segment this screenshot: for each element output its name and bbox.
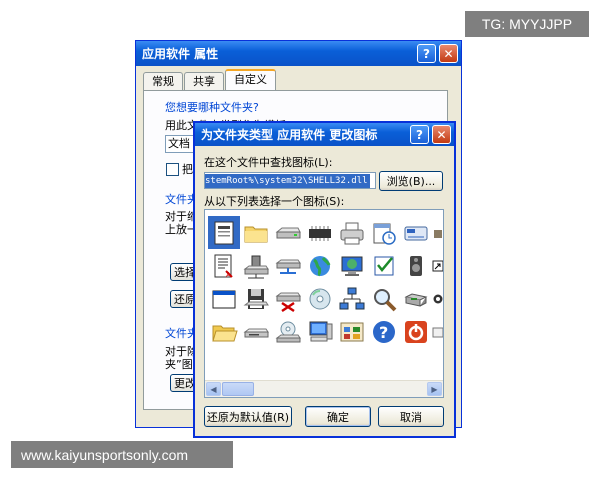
icon-cell[interactable]	[368, 249, 400, 282]
icon-cell[interactable]	[400, 315, 432, 348]
properties-titlebar[interactable]: 应用软件 属性 ? ✕	[136, 41, 461, 66]
card-icon	[404, 226, 428, 240]
icon-cell[interactable]	[304, 315, 336, 348]
watermark-bottom: www.kaiyunsportsonly.com	[11, 441, 233, 468]
checklist-icon	[374, 256, 394, 275]
find-in-file-label: 在这个文件中查找图标(L):	[204, 156, 333, 169]
network-server-icon	[275, 259, 301, 274]
icon-cell[interactable]	[336, 315, 368, 348]
speaker-icon	[410, 255, 422, 276]
scroll-right-icon[interactable]: ▶	[427, 382, 442, 396]
partial-icon	[434, 230, 442, 238]
scroll-thumb[interactable]	[222, 382, 254, 396]
folder-icon-desc-2: 夹”图	[165, 358, 193, 371]
icon-cell[interactable]	[400, 282, 432, 315]
cd-icon	[309, 288, 331, 309]
power-icon	[405, 320, 427, 343]
network-icon	[339, 287, 365, 309]
icon-cell[interactable]: ?	[368, 315, 400, 348]
icon-cell[interactable]	[304, 216, 336, 249]
change-icon-dialog: 为文件夹类型 应用软件 更改图标 ? ✕ 在这个文件中查找图标(L): stem…	[193, 121, 456, 438]
search-icon	[374, 288, 397, 311]
cd-drive-icon	[275, 321, 301, 342]
help-icon[interactable]: ?	[417, 44, 436, 63]
control-panel-icon	[340, 322, 364, 341]
tab-customize[interactable]: 自定义	[225, 69, 276, 92]
icon-cell[interactable]	[272, 315, 304, 348]
properties-title: 应用软件 属性	[142, 47, 219, 61]
open-folder-icon	[212, 325, 238, 341]
icon-cell[interactable]	[240, 249, 272, 282]
select-icon-label: 从以下列表选择一个图标(S):	[204, 195, 345, 208]
icon-cell[interactable]	[272, 216, 304, 249]
icon-cell[interactable]	[400, 216, 432, 249]
ok-button[interactable]: 确定	[305, 406, 371, 427]
partial-icon	[432, 327, 443, 338]
restore-default-button[interactable]: 还原为默认值(R)	[204, 406, 292, 427]
document-icon	[214, 221, 234, 244]
icon-list[interactable]: A? ◀ ▶	[204, 209, 444, 398]
close-icon[interactable]: ✕	[439, 44, 458, 63]
scroll-left-icon[interactable]: ◀	[206, 382, 221, 396]
icon-cell[interactable]	[208, 282, 240, 315]
dialog-title: 为文件夹类型 应用软件 更改图标	[201, 128, 378, 142]
help-icon: ?	[373, 320, 395, 343]
disconnected-drive-icon	[275, 292, 301, 312]
horizontal-scrollbar[interactable]: ◀ ▶	[205, 380, 443, 397]
icon-cell[interactable]	[336, 216, 368, 249]
checkbox-label: 把	[182, 163, 193, 176]
icon-cell[interactable]	[208, 315, 240, 348]
floppy-disk-icon	[243, 288, 269, 309]
browse-button[interactable]: 浏览(B)...	[379, 171, 443, 191]
dialog-titlebar[interactable]: 为文件夹类型 应用软件 更改图标 ? ✕	[195, 123, 454, 146]
cancel-button[interactable]: 取消	[378, 406, 444, 427]
icon-cell[interactable]	[240, 216, 272, 249]
help-icon[interactable]: ?	[410, 125, 429, 144]
icon-cell[interactable]	[400, 249, 432, 282]
icon-cell[interactable]	[336, 249, 368, 282]
icon-cell[interactable]	[304, 249, 336, 282]
partial-icon	[433, 294, 443, 304]
icon-cell[interactable]	[272, 249, 304, 282]
tab-general[interactable]: 常规	[143, 72, 183, 91]
icon-grid: A?	[208, 216, 432, 348]
recycle-icon	[404, 292, 428, 307]
folder-icon	[244, 226, 268, 242]
text-document-icon: A	[214, 254, 233, 279]
icon-cell[interactable]	[368, 216, 400, 249]
window-icon	[212, 290, 236, 308]
computer-icon	[309, 321, 333, 341]
tab-sharing[interactable]: 共享	[184, 72, 224, 91]
schedule-icon	[373, 223, 396, 245]
watermark-top: TG: MYYJJPP	[465, 11, 589, 37]
icon-cell[interactable]	[336, 282, 368, 315]
memory-chip-icon	[309, 225, 331, 241]
svg-text:?: ?	[379, 323, 388, 342]
icon-cell[interactable]	[272, 282, 304, 315]
monitor-globe-icon	[341, 256, 363, 276]
icon-file-path-value: stemRoot%\system32\SHELL32.dll	[205, 174, 370, 188]
globe-icon	[310, 255, 331, 276]
close-icon[interactable]: ✕	[432, 125, 451, 144]
icon-cell[interactable]	[240, 282, 272, 315]
removable-drive-icon	[243, 328, 269, 337]
icon-cell[interactable]: A	[208, 249, 240, 282]
drive-icon	[275, 227, 301, 238]
printer-icon	[340, 222, 364, 244]
icon-cell[interactable]	[240, 315, 272, 348]
folder-type-group-title: 您想要哪种文件夹?	[165, 101, 259, 114]
apply-subfolders-checkbox[interactable]	[166, 163, 179, 176]
icon-cell[interactable]	[368, 282, 400, 315]
icon-cell[interactable]	[304, 282, 336, 315]
icon-cell[interactable]	[208, 216, 240, 249]
shortcut-arrow-icon	[432, 260, 443, 272]
tab-strip: 常规 共享 自定义	[143, 69, 277, 92]
network-drive-icon	[243, 255, 269, 278]
icon-file-path-input[interactable]: stemRoot%\system32\SHELL32.dll	[204, 172, 376, 189]
svg-text:A: A	[226, 271, 231, 279]
